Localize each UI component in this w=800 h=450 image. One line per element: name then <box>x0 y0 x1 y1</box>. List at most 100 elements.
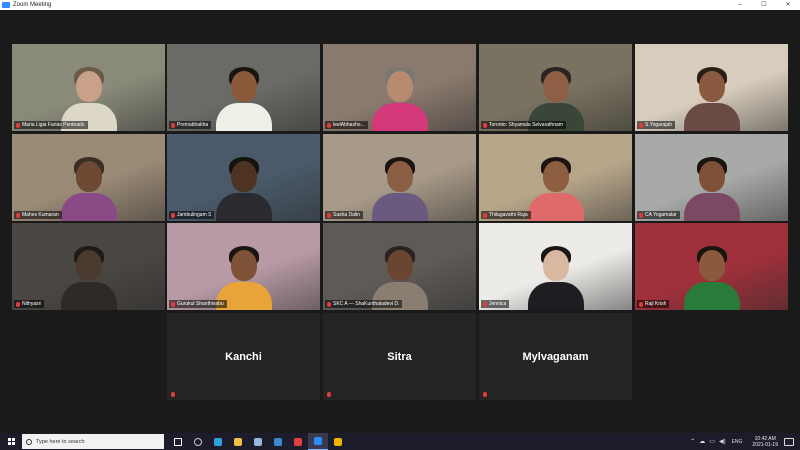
notification-icon[interactable] <box>784 437 794 446</box>
taskbar-app-button[interactable] <box>268 433 288 450</box>
participant-name: Jennica <box>489 301 507 307</box>
search-placeholder: Type here to search <box>36 438 85 445</box>
taskbar-app-button[interactable] <box>208 433 228 450</box>
gallery-view: Maria Ligia Farias Penteado Premabhakha le… <box>0 10 800 433</box>
participant-face <box>75 71 102 102</box>
maximize-button[interactable]: ☐ <box>752 0 776 10</box>
muted-mic-icon <box>171 392 175 397</box>
taskbar-app-button[interactable] <box>168 433 188 450</box>
participant-body <box>683 103 740 131</box>
minimize-button[interactable]: – <box>728 0 752 10</box>
muted-mic-icon <box>639 122 643 128</box>
participant-video-tile[interactable]: leelAbhasho... <box>323 44 476 131</box>
participant-name: Raji Krish <box>645 301 667 307</box>
muted-mic-icon <box>483 212 487 218</box>
participant-video-figure <box>60 244 117 310</box>
participant-video-tile[interactable]: Jambulingam S <box>167 134 320 221</box>
participant-nameplate: S.Yogarajah <box>637 121 676 129</box>
participant-video-tile[interactable]: Sasha Dalin <box>323 134 476 221</box>
participant-name: Mylvaganam <box>522 350 589 363</box>
muted-mic-icon <box>327 212 331 218</box>
zoom-logo-icon <box>2 2 10 8</box>
participant-tile-no-video[interactable]: Mylvaganam <box>479 313 632 400</box>
cortana-icon <box>194 437 202 446</box>
participant-video-tile[interactable]: SKC A — ShaKunthaladevi D. <box>323 223 476 310</box>
participant-name: Kanchi <box>225 350 262 363</box>
participant-face <box>230 250 257 281</box>
participant-video-tile[interactable]: Jennica <box>479 223 632 310</box>
participant-face <box>698 250 725 281</box>
muted-mic-icon <box>327 301 331 307</box>
participant-face <box>386 71 413 102</box>
cloud-icon[interactable]: ☁ <box>699 438 705 445</box>
muted-mic-icon <box>639 301 643 307</box>
taskbar-app-button[interactable] <box>228 433 248 450</box>
network-icon[interactable]: ▭ <box>709 438 715 445</box>
participant-body <box>683 193 740 221</box>
participant-name: Sasha Dalin <box>333 212 360 218</box>
participant-face <box>230 161 257 192</box>
participant-face <box>230 71 257 102</box>
language-indicator[interactable]: ENG <box>732 439 743 445</box>
participant-nameplate: Jambulingam S <box>169 211 215 219</box>
system-tray: ⌃ ☁ ▭ ◀) ENG 10:42 AM 2021-01-19 <box>688 433 800 450</box>
participant-body <box>527 193 584 221</box>
participant-body <box>527 282 584 310</box>
volume-icon[interactable]: ◀) <box>719 438 726 445</box>
taskbar-app-button[interactable] <box>188 433 208 450</box>
participant-name: Mahes Kumaran <box>22 212 59 218</box>
participant-video-tile[interactable]: Toronto: Shyamala Selvarathnam <box>479 44 632 131</box>
chevron-up-icon[interactable]: ⌃ <box>690 438 695 445</box>
search-icon <box>26 438 32 445</box>
participant-name: Gurukul Shanthivabu <box>177 301 224 307</box>
chrome-alt-icon <box>294 437 302 446</box>
taskbar-search-input[interactable]: Type here to search <box>22 434 164 449</box>
participant-video-figure <box>527 244 584 310</box>
participant-video-figure <box>683 65 740 131</box>
participant-video-tile[interactable]: CA Yogamalar <box>635 134 788 221</box>
taskbar-app-button[interactable] <box>248 433 268 450</box>
muted-mic-icon <box>483 392 487 397</box>
participant-nameplate: SKC A — ShaKunthaladevi D. <box>325 300 403 308</box>
participant-body <box>60 193 117 221</box>
participant-tile-no-video[interactable]: Kanchi <box>167 313 320 400</box>
participant-video-figure <box>371 65 428 131</box>
participant-face <box>75 250 102 281</box>
clock-date: 2021-01-19 <box>752 441 778 448</box>
participant-face <box>542 71 569 102</box>
participant-name: SKC A — ShaKunthaladevi D. <box>333 301 400 307</box>
clock[interactable]: 10:42 AM 2021-01-19 <box>752 436 778 448</box>
window-title: Zoom Meeting <box>13 2 52 8</box>
task-view-icon <box>174 437 182 446</box>
participant-video-tile[interactable]: Maria Ligia Farias Penteado <box>12 44 165 131</box>
participant-video-figure <box>60 155 117 221</box>
participant-face <box>542 250 569 281</box>
participant-body <box>683 282 740 310</box>
participant-face <box>542 161 569 192</box>
muted-mic-icon <box>639 212 643 218</box>
participant-nameplate: Thilagavathi Raja <box>481 211 531 219</box>
taskbar-app-button[interactable] <box>308 433 328 450</box>
participant-face <box>698 161 725 192</box>
participant-name: Toronto: Shyamala Selvarathnam <box>489 122 563 128</box>
windows-start-icon[interactable] <box>0 433 22 450</box>
participant-video-tile[interactable]: Thilagavathi Raja <box>479 134 632 221</box>
taskbar-app-button[interactable] <box>328 433 348 450</box>
participant-tile-no-video[interactable]: Sitra <box>323 313 476 400</box>
participant-face <box>75 161 102 192</box>
participant-video-tile[interactable]: Nithyasri <box>12 223 165 310</box>
close-button[interactable]: ✕ <box>776 0 800 10</box>
participant-nameplate: Gurukul Shanthivabu <box>169 300 227 308</box>
participant-video-tile[interactable]: Mahes Kumaran <box>12 134 165 221</box>
participant-video-tile[interactable]: Premabhakha <box>167 44 320 131</box>
participant-nameplate: Raji Krish <box>637 300 670 308</box>
taskbar-app-button[interactable] <box>288 433 308 450</box>
participant-nameplate: Maria Ligia Farias Penteado <box>14 121 88 129</box>
participant-video-tile[interactable]: Raji Krish <box>635 223 788 310</box>
participant-video-tile[interactable]: Gurukul Shanthivabu <box>167 223 320 310</box>
participant-name: Thilagavathi Raja <box>489 212 528 218</box>
participant-nameplate: Jennica <box>481 300 510 308</box>
participant-body <box>371 193 428 221</box>
participant-name: Nithyasri <box>22 301 42 307</box>
participant-video-tile[interactable]: S.Yogarajah <box>635 44 788 131</box>
